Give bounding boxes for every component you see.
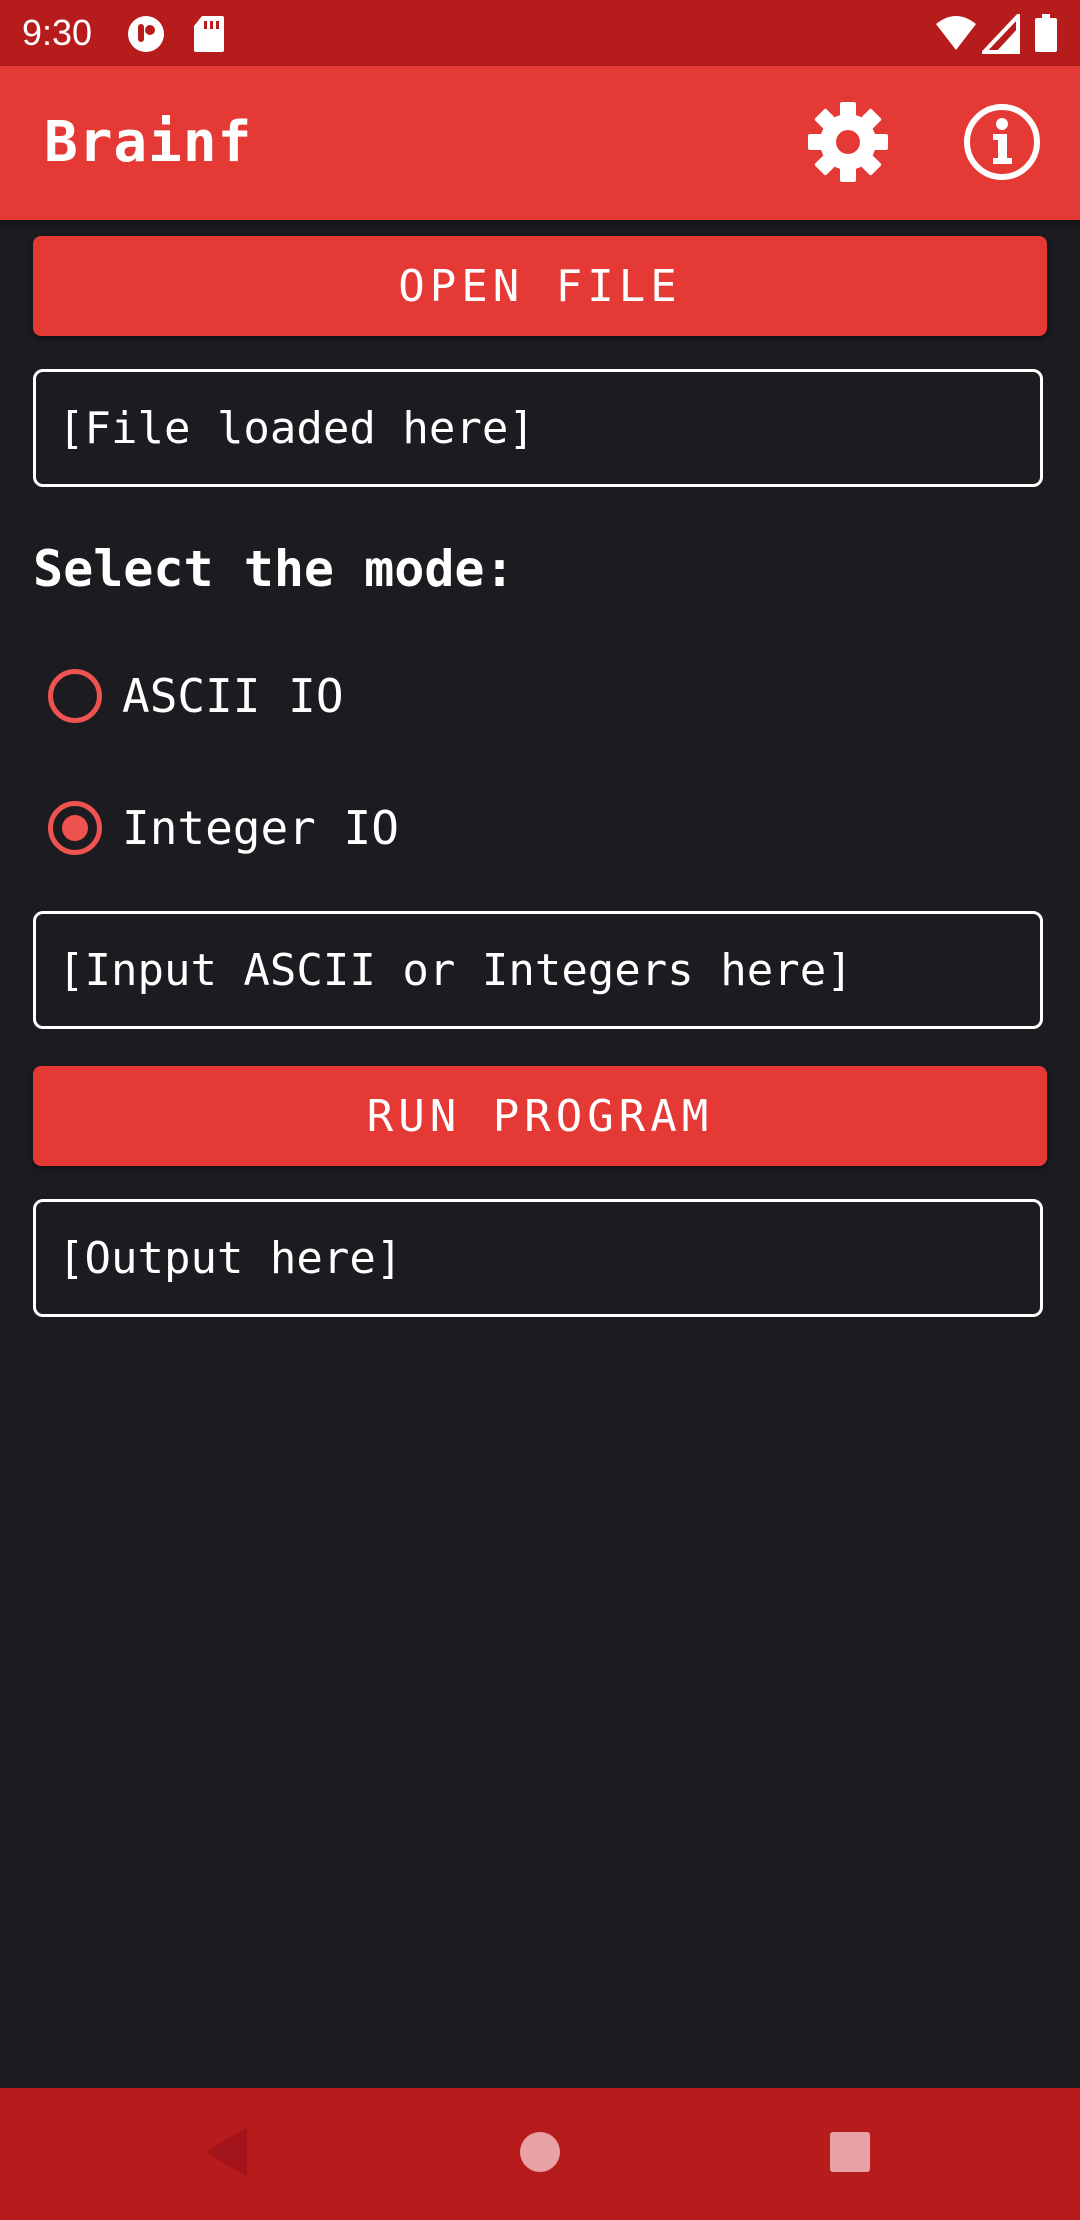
radio-dot [62,815,88,841]
screen: 9:30 Brainf OPEN FILE [File loaded here]… [0,0,1080,2220]
app-title: Brainf [44,110,253,175]
radio-ascii-io-label: ASCII IO [122,669,344,723]
run-program-button[interactable]: RUN PROGRAM [33,1066,1047,1166]
program-input-field[interactable]: [Input ASCII or Integers here] [33,911,1043,1029]
sd-card-icon [192,14,232,54]
home-icon [519,2131,561,2177]
radio-unchecked-icon[interactable] [48,669,102,723]
file-loaded-field[interactable]: [File loaded here] [33,369,1043,487]
back-button[interactable] [190,2118,262,2190]
notification-icon [126,14,166,54]
app-bar: Brainf [0,66,1080,220]
radio-integer-io[interactable]: Integer IO [48,788,399,868]
recents-button[interactable] [814,2118,886,2190]
home-button[interactable] [504,2118,576,2190]
output-text: [Output here] [58,1232,403,1284]
radio-ascii-io[interactable]: ASCII IO [48,656,344,736]
output-field: [Output here] [33,1199,1043,1317]
radio-integer-io-label: Integer IO [122,801,399,855]
navigation-bar [0,2088,1080,2220]
back-icon [201,2125,251,2183]
status-bar: 9:30 [0,0,1080,66]
recents-icon [829,2131,871,2177]
battery-icon [1034,14,1060,54]
status-time: 9:30 [22,12,93,53]
mode-label: Select the mode: [33,540,515,598]
file-loaded-text: [File loaded here] [58,402,535,454]
info-button[interactable] [954,96,1050,192]
cell-signal-icon [979,10,1022,54]
radio-checked-icon[interactable] [48,801,102,855]
program-input-text: [Input ASCII or Integers here] [58,944,853,996]
settings-button[interactable] [800,96,896,192]
wifi-icon [934,14,978,54]
info-icon [962,102,1042,186]
settings-icon [806,100,890,188]
open-file-button[interactable]: OPEN FILE [33,236,1047,336]
